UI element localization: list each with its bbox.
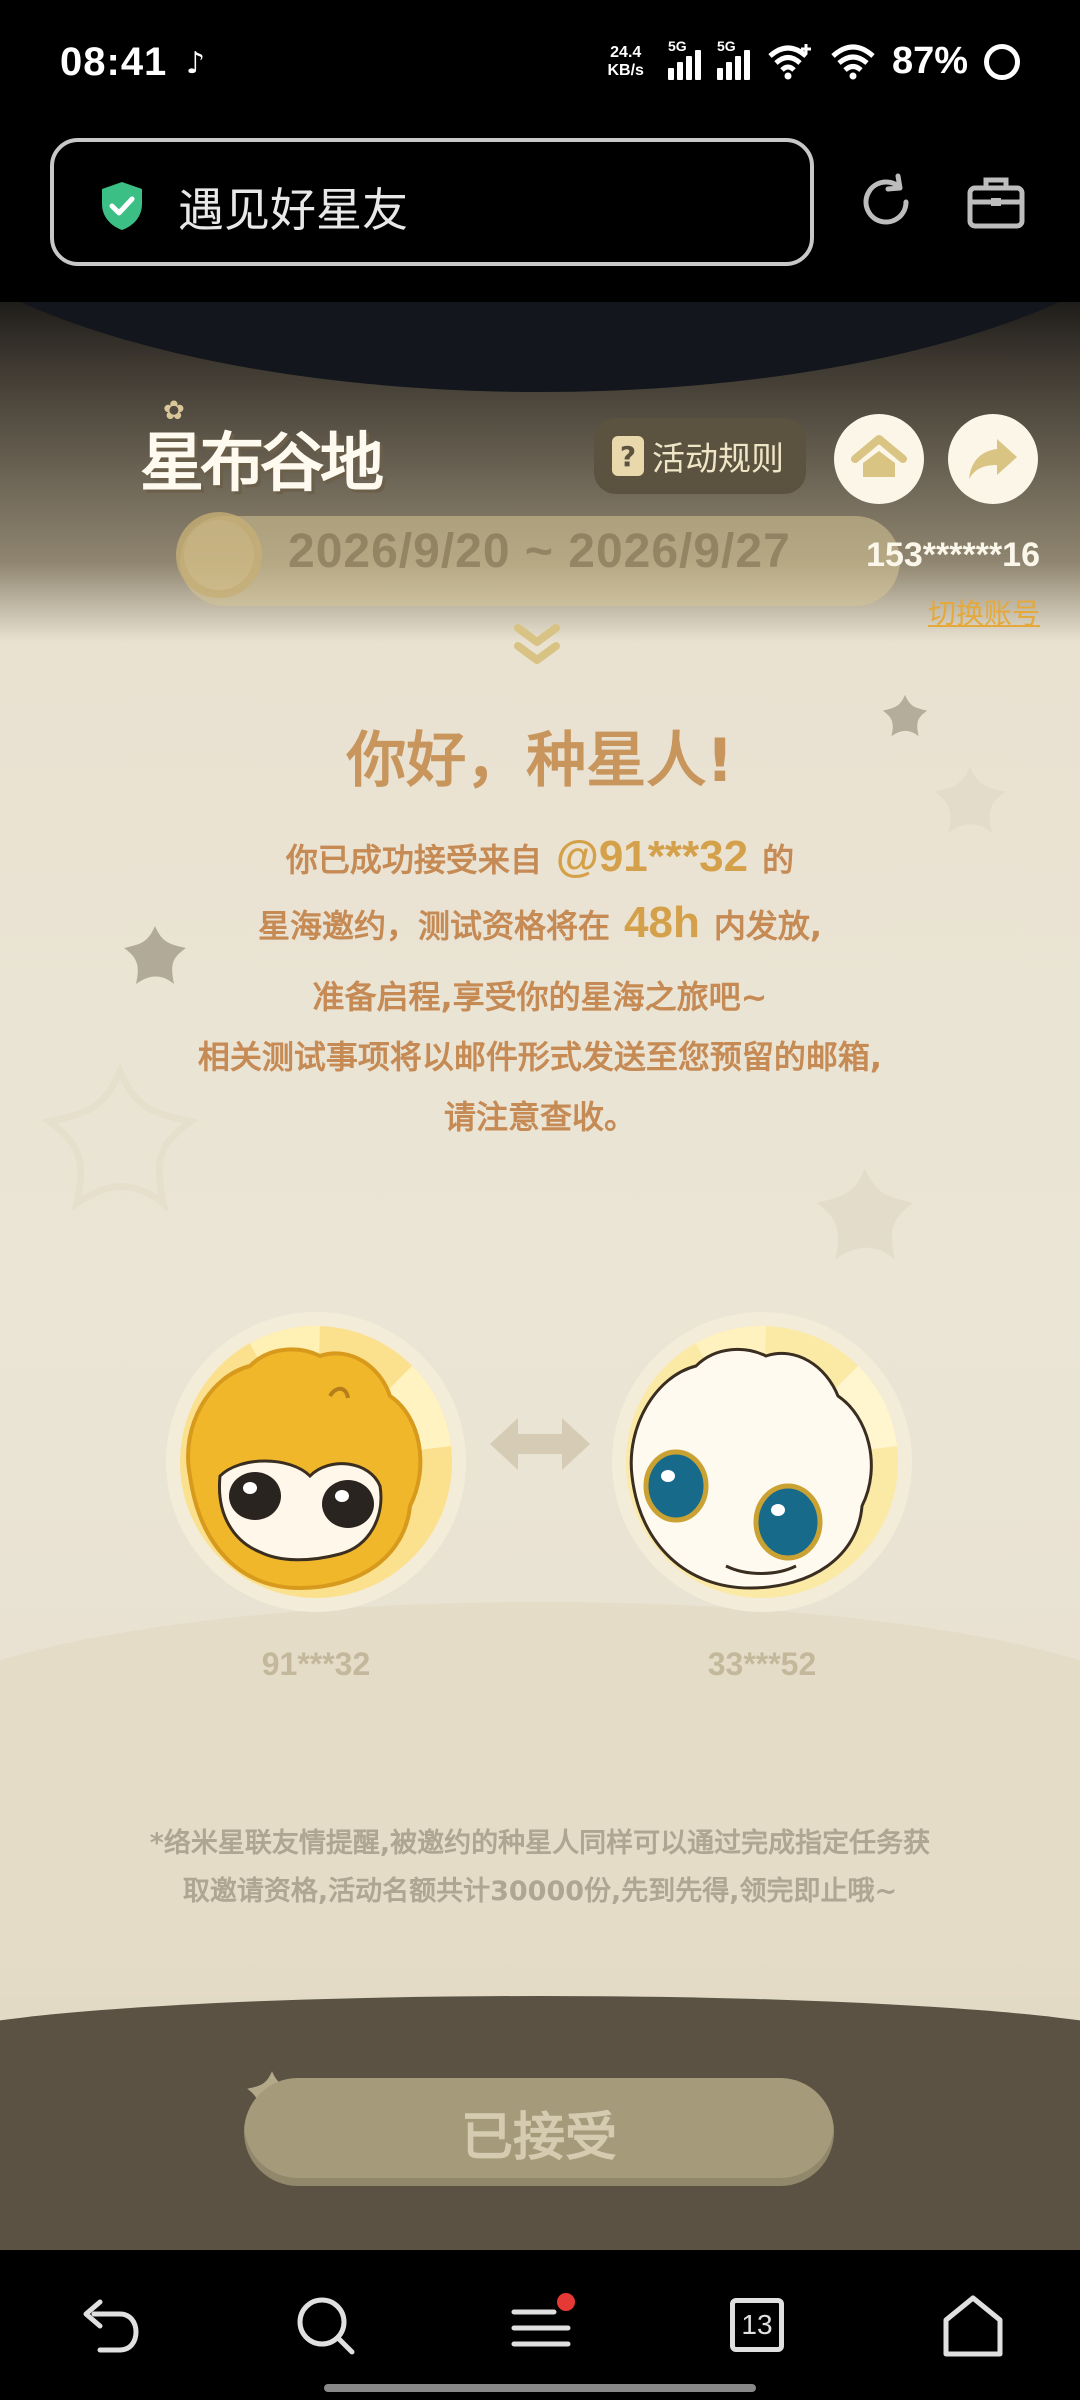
home-indicator bbox=[324, 2384, 756, 2392]
home-icon bbox=[851, 435, 907, 477]
star-outline-decoration-icon bbox=[816, 1168, 914, 1260]
refresh-icon[interactable] bbox=[854, 170, 918, 234]
invitee-avatar bbox=[612, 1312, 912, 1612]
inviter-avatar bbox=[166, 1312, 466, 1612]
menu-icon[interactable] bbox=[506, 2290, 576, 2360]
status-time: 08:41 bbox=[60, 40, 168, 84]
invite-line-4: 相关测试事项将以邮件形式发送至您预留的邮箱, bbox=[197, 1038, 883, 1076]
web-page: ✿ 星布谷地 ? 活动规则 2026/9/20 ~ 2026/9/27 153*… bbox=[0, 302, 1080, 2250]
game-logo: 星布谷地 bbox=[140, 427, 384, 501]
night-sky-decoration bbox=[0, 302, 1080, 392]
address-bar[interactable]: 遇见好星友 bbox=[50, 138, 814, 266]
invite-line-1: 你已成功接受来自 @91***32 的 bbox=[285, 832, 795, 881]
search-icon[interactable] bbox=[290, 2290, 360, 2360]
invitee-id: 33***52 bbox=[707, 1646, 817, 1682]
exchange-arrows-icon bbox=[490, 1418, 590, 1470]
reminder-note-line-2: 取邀请资格,活动名额共计30000份,先到先得,领完即止哦~ bbox=[182, 1876, 898, 1907]
clock-icon bbox=[176, 512, 262, 598]
browser-toolbar: 遇见好星友 bbox=[0, 130, 1080, 302]
activity-rules-button[interactable]: ? 活动规则 bbox=[594, 418, 806, 494]
invite-line-2: 星海邀约，测试资格将在 48h 内发放, bbox=[257, 898, 822, 947]
question-icon: ? bbox=[612, 436, 644, 476]
switch-account-link[interactable]: 切换账号 bbox=[928, 592, 1040, 632]
inviter-handle: @91***32 bbox=[555, 832, 749, 881]
yellow-character-icon bbox=[180, 1326, 452, 1598]
signal-1-icon: 5G bbox=[667, 38, 701, 80]
status-icons: 24.4 KB/s 5G 5G 87% bbox=[607, 38, 1020, 83]
briefcase-icon[interactable] bbox=[964, 170, 1028, 234]
back-icon[interactable] bbox=[74, 2290, 144, 2360]
tiktok-icon: ♪ bbox=[186, 46, 206, 81]
battery-ring-icon bbox=[984, 43, 1020, 80]
date-range: 2026/9/20 ~ 2026/9/27 bbox=[288, 525, 791, 578]
wifi-icon bbox=[831, 44, 875, 79]
invite-line-3: 准备启程,享受你的星海之旅吧~ bbox=[312, 978, 768, 1016]
tabs-count: 13 bbox=[730, 2298, 784, 2352]
wifi-plus-icon bbox=[768, 43, 811, 79]
home-button[interactable] bbox=[834, 414, 924, 504]
page-title: 遇见好星友 bbox=[178, 183, 408, 237]
white-character-icon bbox=[626, 1326, 898, 1598]
share-button[interactable] bbox=[948, 414, 1038, 504]
home-icon[interactable] bbox=[938, 2290, 1008, 2360]
share-arrow-icon bbox=[969, 439, 1017, 479]
activity-rules-label: 活动规则 bbox=[652, 439, 784, 478]
star-outline-decoration-icon bbox=[40, 1062, 200, 1213]
browser-bottom-nav: 13 bbox=[0, 2250, 1080, 2400]
account-number: 153******16 bbox=[866, 536, 1040, 574]
tabs-button[interactable]: 13 bbox=[722, 2290, 792, 2360]
invite-line-5: 请注意查收。 bbox=[443, 1098, 636, 1136]
hours-highlight: 48h bbox=[624, 898, 700, 947]
greeting-heading: 你好，种星人! bbox=[346, 726, 734, 796]
reminder-note-line-1: *络米星联友情提醒,被邀约的种星人同样可以通过完成指定任务获 bbox=[149, 1828, 931, 1859]
double-chevron-down-icon bbox=[514, 624, 560, 664]
hills-decoration bbox=[0, 1602, 1080, 2022]
accepted-button[interactable]: 已接受 bbox=[244, 2078, 834, 2186]
battery-percent: 87% bbox=[891, 40, 968, 82]
status-bar: 08:41 ♪ 24.4 KB/s 5G 5G 87% bbox=[0, 0, 1080, 130]
network-speed: 24.4 KB/s bbox=[607, 43, 644, 79]
inviter-id: 91***32 bbox=[261, 1646, 371, 1682]
signal-2-icon: 5G bbox=[716, 38, 750, 80]
shield-check-icon bbox=[102, 182, 142, 230]
